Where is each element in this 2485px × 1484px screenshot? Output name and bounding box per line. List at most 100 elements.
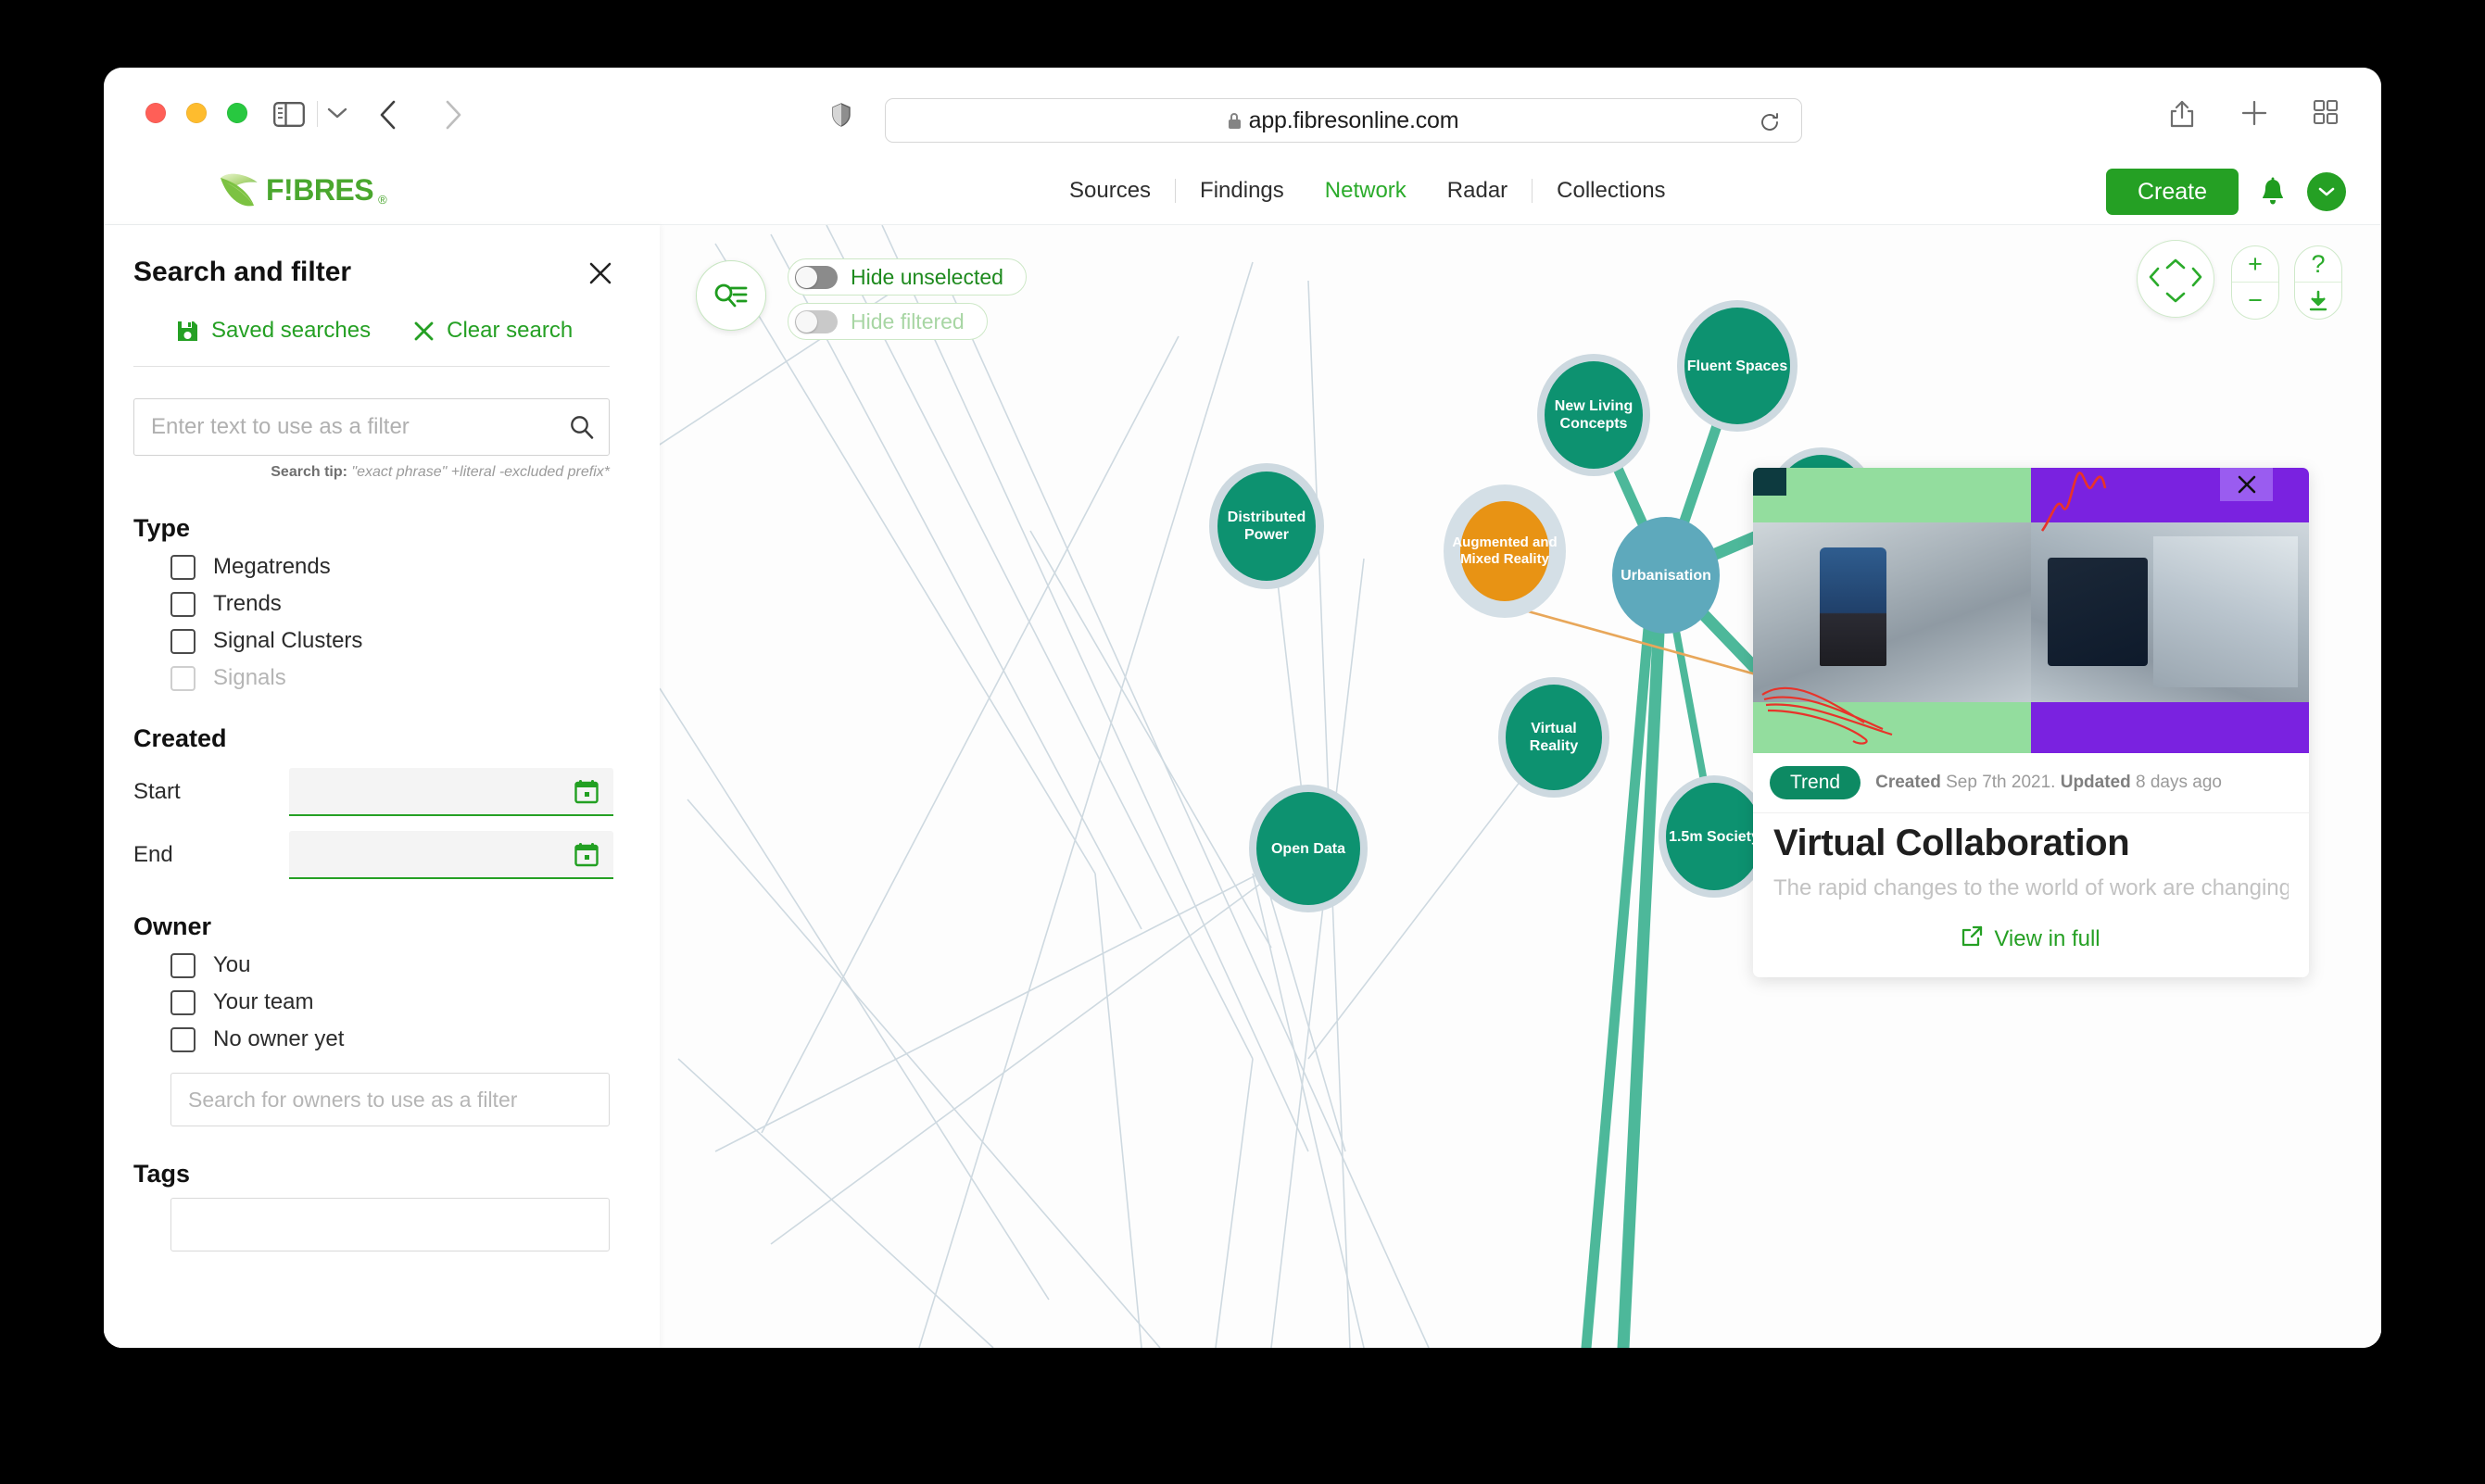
type-heading: Type xyxy=(133,514,191,542)
pan-control[interactable] xyxy=(2137,240,2214,318)
owner-option-you[interactable]: You xyxy=(170,952,613,978)
panel-title: Search and filter xyxy=(133,257,352,287)
calendar-icon[interactable] xyxy=(574,779,599,804)
owner-search-input[interactable] xyxy=(170,1073,610,1126)
checkbox[interactable] xyxy=(170,1026,196,1052)
search-input[interactable] xyxy=(133,398,610,456)
sidebar-toggle-icon[interactable] xyxy=(271,99,308,129)
nav-item-collections[interactable]: Collections xyxy=(1536,178,1685,204)
plus-icon[interactable] xyxy=(2240,99,2270,129)
nav-item-sources[interactable]: Sources xyxy=(1049,178,1171,204)
owner-heading: Owner xyxy=(133,912,212,940)
owner-option-label: No owner yet xyxy=(213,1026,345,1051)
toggle-switch[interactable] xyxy=(795,309,838,333)
updated-label: Updated xyxy=(2060,773,2131,792)
nav-divider xyxy=(1175,179,1177,203)
close-icon[interactable] xyxy=(587,260,613,286)
browser-actions xyxy=(2168,99,2342,129)
create-button[interactable]: Create xyxy=(2105,169,2239,215)
calendar-icon[interactable] xyxy=(574,842,599,867)
filter-search-icon[interactable] xyxy=(696,260,766,331)
logo-text: F!BRES xyxy=(266,172,374,207)
pan-down-icon[interactable] xyxy=(2164,283,2187,308)
external-link-icon xyxy=(1962,925,1983,953)
view-in-full-button[interactable]: View in full xyxy=(1773,925,2289,953)
download-icon[interactable] xyxy=(2295,283,2341,319)
logo-registered: ® xyxy=(378,193,387,207)
reload-icon[interactable] xyxy=(1759,111,1781,133)
url-bar[interactable]: app.fibresonline.com xyxy=(885,98,1802,143)
close-window-button[interactable] xyxy=(145,103,166,123)
clear-search-button[interactable]: Clear search xyxy=(413,318,573,344)
browser-window: app.fibresonline.com F!BRES ® Sources Fi… xyxy=(104,68,2381,1348)
updated-value: 8 days ago xyxy=(2136,773,2222,792)
pan-right-icon[interactable] xyxy=(2190,266,2203,292)
toggle-label: Hide filtered xyxy=(851,308,965,333)
start-label: Start xyxy=(133,779,181,804)
nav-item-radar[interactable]: Radar xyxy=(1427,178,1528,204)
pan-left-icon[interactable] xyxy=(2148,266,2161,292)
status-badge: Trend xyxy=(1770,766,1861,799)
start-date-input[interactable] xyxy=(289,768,613,816)
share-icon[interactable] xyxy=(2168,99,2198,129)
toggle-hide-unselected[interactable]: Hide unselected xyxy=(788,258,1027,296)
app-logo[interactable]: F!BRES ® xyxy=(217,168,387,212)
back-button[interactable] xyxy=(372,99,404,131)
checkbox[interactable] xyxy=(170,554,196,580)
checkbox[interactable] xyxy=(170,989,196,1015)
card-image xyxy=(1753,468,2309,753)
forward-button[interactable] xyxy=(437,99,469,131)
created-label: Created xyxy=(1875,773,1941,792)
app-body: Search and filter Saved searches Clear s… xyxy=(104,225,2381,1348)
view-in-full-label: View in full xyxy=(1994,926,2100,951)
card-body: Virtual Collaboration The rapid changes … xyxy=(1753,812,2309,977)
url-text: app.fibresonline.com xyxy=(1248,107,1459,133)
maximize-window-button[interactable] xyxy=(227,103,247,123)
type-option-label: Trends xyxy=(213,591,282,616)
type-option-megatrends[interactable]: Megatrends xyxy=(170,554,613,580)
search-tip-text: "exact phrase" +literal -excluded prefix… xyxy=(351,464,610,480)
zoom-in-button[interactable]: + xyxy=(2232,246,2278,283)
graph-toggles: Hide unselected Hide filtered xyxy=(788,258,1027,347)
app-header: F!BRES ® Sources Findings Network Radar … xyxy=(104,155,2381,225)
checkbox[interactable] xyxy=(170,628,196,654)
checkbox xyxy=(170,665,196,691)
shield-icon[interactable] xyxy=(831,103,851,127)
clear-search-label: Clear search xyxy=(447,318,574,343)
window-controls xyxy=(145,103,247,123)
created-value: Sep 7th 2021. xyxy=(1946,773,2056,792)
nav-item-findings[interactable]: Findings xyxy=(1179,178,1305,204)
checkbox[interactable] xyxy=(170,952,196,978)
created-start-row: Start xyxy=(133,768,613,816)
bell-icon[interactable] xyxy=(2259,177,2287,207)
search-icon[interactable] xyxy=(569,414,595,440)
type-option-signals: Signals xyxy=(170,665,613,691)
chevron-down-icon[interactable] xyxy=(324,99,350,127)
leaf-icon xyxy=(217,168,261,212)
tags-input[interactable] xyxy=(170,1198,610,1251)
avatar[interactable] xyxy=(2307,172,2346,211)
type-option-signal-clusters[interactable]: Signal Clusters xyxy=(170,628,613,654)
search-tip-label: Search tip: xyxy=(271,464,347,480)
owner-option-no-owner[interactable]: No owner yet xyxy=(170,1026,613,1052)
save-icon xyxy=(176,320,199,343)
zoom-out-button[interactable]: − xyxy=(2232,283,2278,319)
toggle-hide-filtered[interactable]: Hide filtered xyxy=(788,303,988,340)
nav-item-network[interactable]: Network xyxy=(1305,178,1427,204)
pan-up-icon[interactable] xyxy=(2164,250,2187,274)
card-image-left xyxy=(1753,468,2031,753)
main-nav: Sources Findings Network Radar Collectio… xyxy=(1049,178,1686,204)
minimize-window-button[interactable] xyxy=(186,103,207,123)
saved-searches-button[interactable]: Saved searches xyxy=(176,318,371,344)
owner-option-your-team[interactable]: Your team xyxy=(170,989,613,1015)
network-graph-canvas[interactable]: Distributed Power Fluent Spaces New Livin… xyxy=(660,225,2381,1348)
toggle-switch[interactable] xyxy=(795,265,838,289)
end-date-input[interactable] xyxy=(289,831,613,879)
detail-card: Trend Created Sep 7th 2021. Updated 8 da… xyxy=(1753,468,2309,977)
type-option-trends[interactable]: Trends xyxy=(170,591,613,617)
close-icon[interactable] xyxy=(2220,468,2273,501)
card-meta: Trend Created Sep 7th 2021. Updated 8 da… xyxy=(1753,753,2309,812)
grid-icon[interactable] xyxy=(2313,99,2342,129)
help-button[interactable]: ? xyxy=(2295,246,2341,283)
checkbox[interactable] xyxy=(170,591,196,617)
